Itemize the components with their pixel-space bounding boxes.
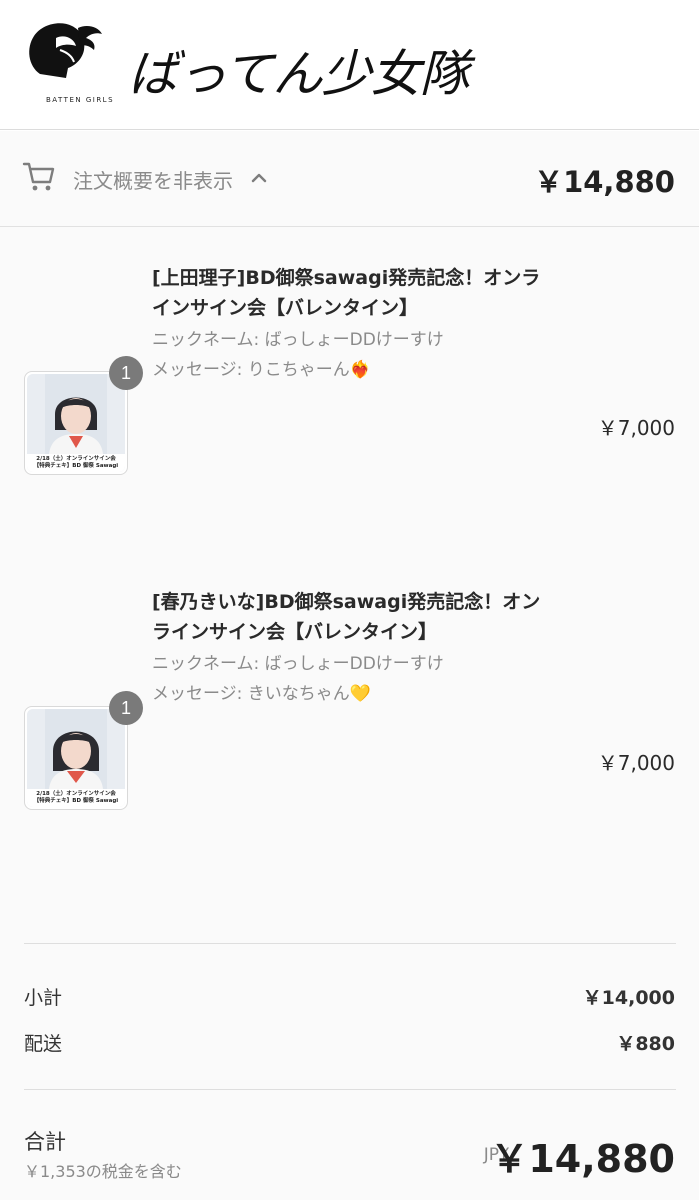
item-title: [春乃きいな]BD御祭sawagi発売記念！オンラインサイン会【バレンタイン】: [152, 591, 541, 643]
thumb-caption-line-2: 【特典チェキ】BD 御祭 Sawagi: [33, 798, 119, 804]
total-label: 合計: [24, 1130, 66, 1154]
store-header: BATTEN GIRLS ばってん少女隊: [0, 0, 699, 130]
thumb-caption-line-1: 2/18（土）オンラインサイン会: [36, 456, 116, 462]
quantity-badge: 1: [109, 691, 143, 725]
items-divider: [24, 943, 676, 944]
product-thumbnail: 2/18（土）オンラインサイン会 【特典チェキ】BD 御祭 Sawagi 1: [24, 356, 143, 475]
thumb-caption-line-1: 2/18（土）オンラインサイン会: [36, 791, 116, 797]
shipping-value: ￥880: [616, 1033, 675, 1055]
item-message: メッセージ: りこちゃーん❤️‍🔥: [152, 360, 371, 380]
chevron-up-icon[interactable]: [250, 169, 268, 187]
order-summary-toggle-bar[interactable]: 注文概要を非表示 ￥14,880: [0, 131, 699, 227]
product-thumbnail: 2/18（土）オンラインサイン会 【特典チェキ】BD 御祭 Sawagi 1: [24, 691, 143, 810]
grand-total: ￥14,880: [490, 1137, 675, 1181]
item-nickname: ニックネーム: ばっしょーDDけーすけ: [152, 330, 444, 350]
subtotal-label: 小計: [24, 987, 63, 1009]
item-price: ￥7,000: [597, 751, 675, 775]
subtotal-value: ￥14,000: [582, 987, 675, 1009]
logo-wordmark: ばってん少女隊: [128, 45, 469, 103]
quantity-badge: 1: [109, 356, 143, 390]
totals-divider: [24, 1089, 676, 1090]
shipping-label: 配送: [24, 1033, 63, 1055]
item-nickname: ニックネーム: ばっしょーDDけーすけ: [152, 654, 444, 674]
logo-emblem: [29, 23, 102, 78]
item-price: ￥7,000: [597, 416, 675, 440]
hide-order-summary-label[interactable]: 注文概要を非表示: [73, 165, 233, 194]
item-title: [上田理子]BD御祭sawagi発売記念！オンラインサイン会【バレンタイン】: [152, 267, 541, 319]
thumb-caption-line-2: 【特典チェキ】BD 御祭 Sawagi: [33, 463, 119, 469]
summary-total: ￥14,880: [534, 165, 675, 199]
logo-subtitle: BATTEN GIRLS: [45, 96, 115, 104]
store-logo[interactable]: BATTEN GIRLS ばってん少女隊: [20, 16, 469, 104]
tax-note: ￥1,353の税金を含む: [24, 1162, 182, 1181]
line-item: 2/18（土）オンラインサイン会 【特典チェキ】BD 御祭 Sawagi 1 […: [0, 227, 699, 557]
item-message: メッセージ: きいなちゃん💛: [152, 684, 371, 704]
cart-icon: [22, 162, 55, 191]
line-item: 2/18（土）オンラインサイン会 【特典チェキ】BD 御祭 Sawagi 1 […: [0, 557, 699, 887]
order-summary-panel: 注文概要を非表示 ￥14,880 2/18（土）オンラインサイン会 【特典チェキ…: [0, 131, 699, 1200]
